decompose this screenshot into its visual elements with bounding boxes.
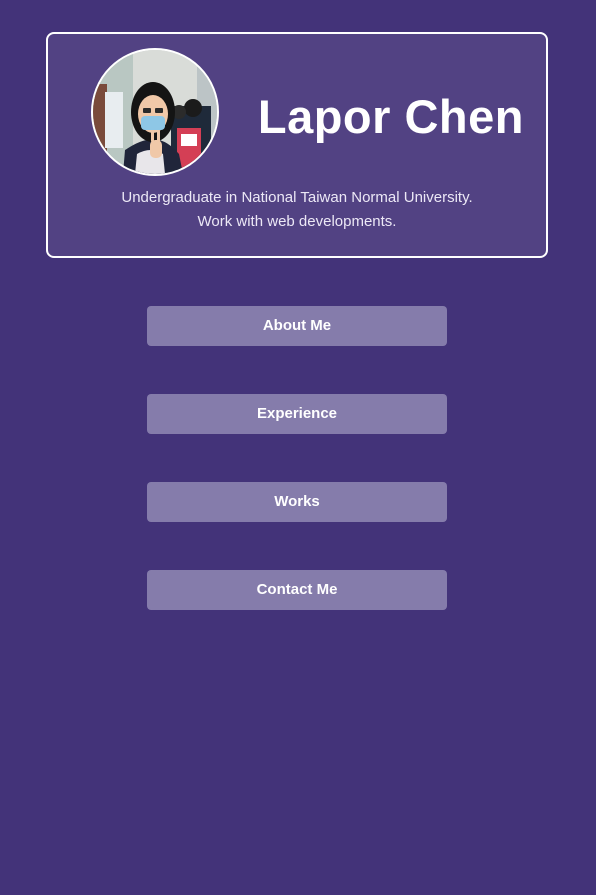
about-me-button[interactable]: About Me — [147, 306, 447, 346]
bio-line-work: Work with web developments. — [197, 213, 397, 230]
bio-line-university: Undergraduate in National Taiwan Normal … — [121, 189, 473, 206]
profile-name: Lapor Chen — [257, 90, 524, 143]
experience-button[interactable]: Experience — [147, 394, 447, 434]
works-button[interactable]: Works — [147, 482, 447, 522]
profile-card: Lapor Chen Undergraduate in National Tai… — [46, 32, 548, 258]
contact-me-button[interactable]: Contact Me — [147, 570, 447, 610]
profile-bio: Undergraduate in National Taiwan Normal … — [48, 186, 546, 234]
page: Lapor Chen Undergraduate in National Tai… — [0, 0, 596, 895]
avatar-photo — [93, 50, 217, 174]
avatar — [91, 48, 219, 176]
